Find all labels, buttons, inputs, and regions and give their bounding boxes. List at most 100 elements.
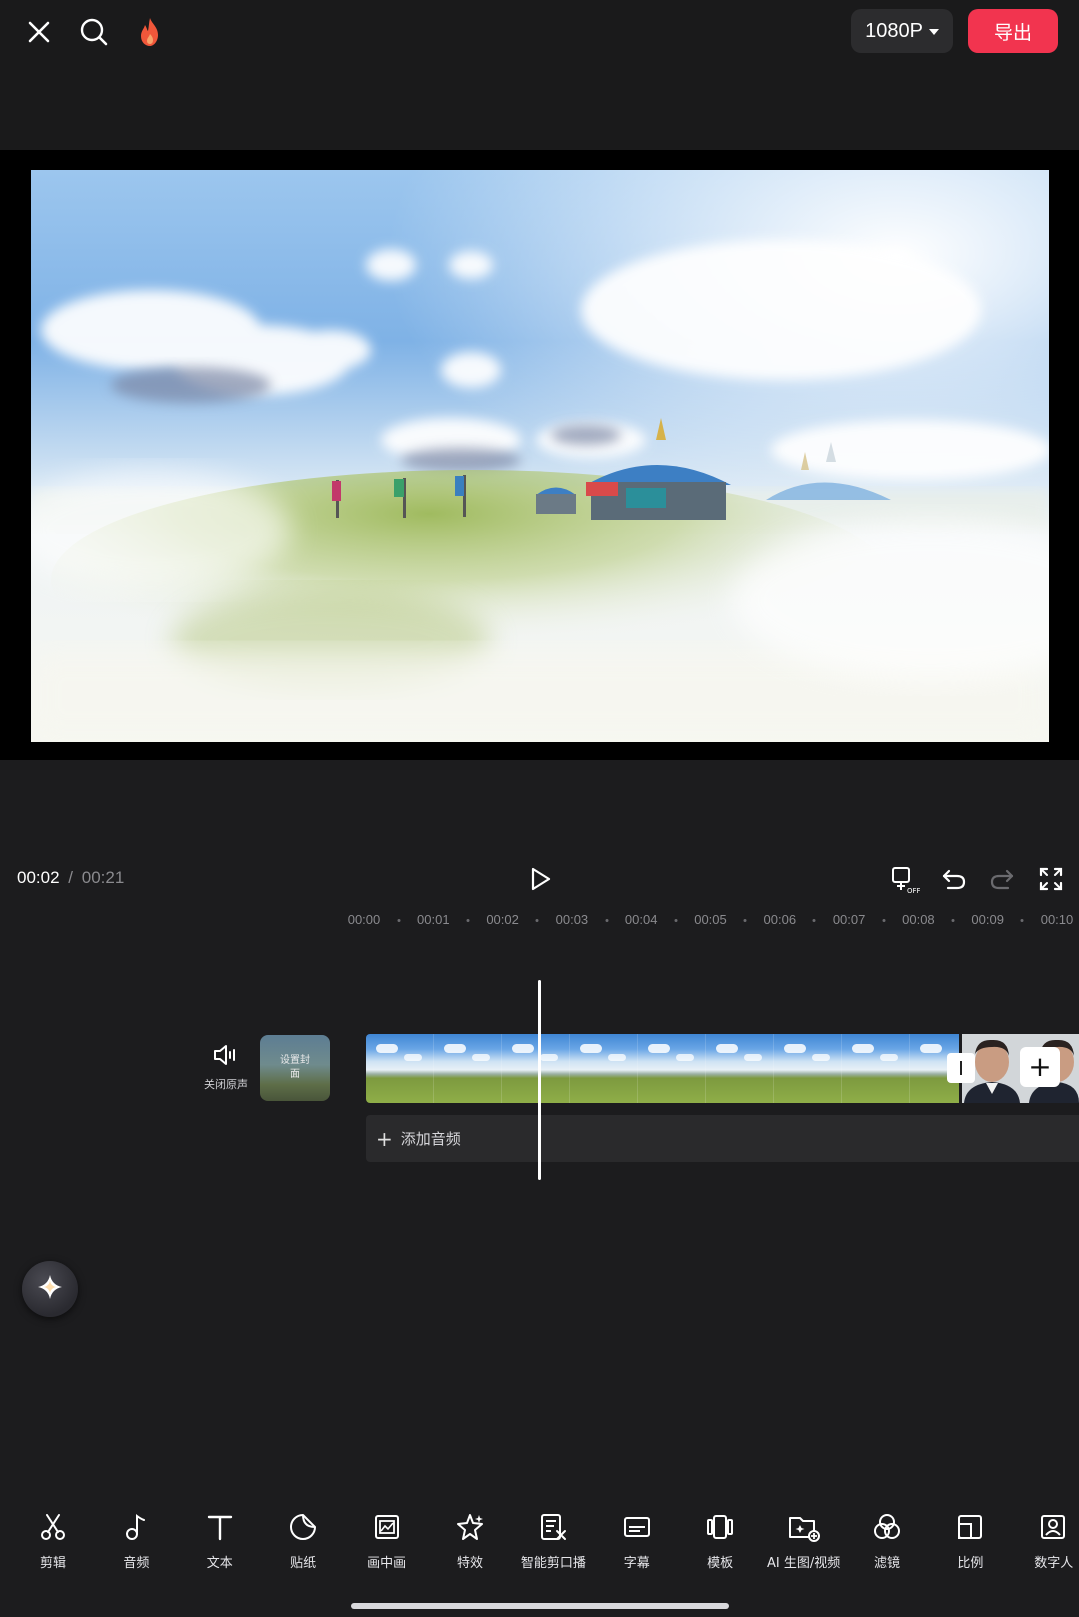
tool-scissors[interactable]: 剪辑 xyxy=(11,1510,95,1580)
sticker-icon xyxy=(286,1510,320,1544)
ruler-dot xyxy=(535,919,539,922)
subtitle-icon xyxy=(620,1510,654,1544)
clip-thumbnail xyxy=(570,1034,638,1103)
ruler-dot xyxy=(466,919,470,922)
tool-music-note[interactable]: 音频 xyxy=(94,1510,178,1580)
sparkle-icon xyxy=(35,1272,65,1306)
playhead[interactable] xyxy=(538,980,541,1180)
resolution-selector[interactable]: 1080P xyxy=(851,9,953,53)
effects-star-icon xyxy=(453,1510,487,1544)
top-bar: 1080P 导出 xyxy=(0,0,1079,150)
add-clip-button[interactable]: + xyxy=(1020,1047,1060,1087)
clip-thumbnail xyxy=(706,1034,774,1103)
ruler-dot xyxy=(605,919,609,922)
video-preview[interactable] xyxy=(31,170,1049,742)
set-cover-button[interactable]: 设置封面 xyxy=(260,1035,330,1101)
plus-icon: + xyxy=(376,1126,393,1151)
transition-icon xyxy=(960,1061,962,1075)
timeline-ruler[interactable]: 00:00 00:01 00:02 00:03 00:04 00:05 00:06 00:07… xyxy=(0,906,1079,934)
cover-label: 设置封面 xyxy=(280,1055,310,1080)
export-button[interactable]: 导出 xyxy=(968,9,1058,53)
template-icon xyxy=(703,1510,737,1544)
ruler-tick-label: 00:07 xyxy=(832,912,866,927)
tool-label: 特效 xyxy=(456,1556,483,1571)
tool-filter[interactable]: 滤镜 xyxy=(845,1510,929,1580)
time-readout: 00:02 / 00:21 xyxy=(17,868,124,888)
add-audio-label: 添加音频 xyxy=(400,1130,461,1148)
play-icon[interactable] xyxy=(523,862,557,896)
clip-thumbnail xyxy=(638,1034,706,1103)
search-icon[interactable] xyxy=(74,12,114,52)
tool-label: AI 生图/视频 xyxy=(766,1556,841,1571)
tool-label: 比例 xyxy=(957,1556,984,1571)
tool-ratio[interactable]: 比例 xyxy=(928,1510,1012,1580)
tool-label: 画中画 xyxy=(367,1556,407,1571)
ruler-tick-label: 00:02 xyxy=(486,912,519,927)
tool-effects-star[interactable]: 特效 xyxy=(428,1510,512,1580)
ai-assistant-button[interactable] xyxy=(22,1261,78,1317)
clip-thumbnail xyxy=(842,1034,910,1103)
ruler-tick-label: 00:01 xyxy=(417,912,450,927)
svg-text:OFF: OFF xyxy=(907,887,920,894)
home-indicator[interactable] xyxy=(351,1603,729,1609)
music-note-icon xyxy=(119,1510,153,1544)
digital-human-icon xyxy=(1037,1510,1071,1544)
ruler-tick-label: 00:08 xyxy=(902,912,935,927)
tool-smart-cut[interactable]: 智能剪口播 xyxy=(511,1510,595,1580)
ruler-tick-label: 00:04 xyxy=(624,912,658,927)
ruler-tick-label: 00:00 xyxy=(347,912,381,927)
bottom-toolbar: 剪辑 音频 文本 贴纸 画中画 特效 智能剪口播 字幕 模板 AI 生图/视频 滤镜 比例 数字人 xyxy=(0,1510,1079,1590)
text-icon xyxy=(203,1510,237,1544)
fullscreen-icon[interactable] xyxy=(1034,862,1068,896)
tool-text[interactable]: 文本 xyxy=(178,1510,262,1580)
ruler-dot xyxy=(951,919,955,922)
ruler-tick-label: 00:05 xyxy=(694,912,727,927)
clip-thumbnail xyxy=(774,1034,842,1103)
undo-icon[interactable] xyxy=(937,862,971,896)
ai-generate-icon xyxy=(787,1510,821,1544)
ruler-tick-label: 00:03 xyxy=(555,912,589,927)
preview-area xyxy=(0,150,1079,760)
tool-label: 字幕 xyxy=(623,1556,650,1571)
picture-in-picture-icon xyxy=(370,1510,404,1544)
ruler-tick-label: 00:09 xyxy=(971,912,1004,927)
transition-button[interactable] xyxy=(947,1053,975,1083)
tool-label: 文本 xyxy=(206,1556,233,1571)
clip-thumbnail xyxy=(502,1034,570,1103)
mute-original-audio-button[interactable]: 关闭原声 xyxy=(198,1043,254,1093)
playback-controls: 00:02 / 00:21 OFF xyxy=(0,760,1079,910)
ratio-icon xyxy=(953,1510,987,1544)
tool-subtitle[interactable]: 字幕 xyxy=(595,1510,679,1580)
tool-label: 滤镜 xyxy=(873,1556,900,1571)
filter-icon xyxy=(870,1510,904,1544)
ruler-dot xyxy=(397,919,401,922)
ruler-dot xyxy=(812,919,816,922)
tool-sticker[interactable]: 贴纸 xyxy=(261,1510,345,1580)
time-separator: / xyxy=(68,868,74,887)
current-time: 00:02 xyxy=(17,868,60,887)
tool-template[interactable]: 模板 xyxy=(678,1510,762,1580)
smart-cut-icon xyxy=(536,1510,570,1544)
speaker-icon xyxy=(212,1043,240,1071)
keyframe-off-icon[interactable]: OFF xyxy=(888,862,922,896)
tool-ai-generate[interactable]: AI 生图/视频 xyxy=(762,1510,846,1580)
ruler-dot xyxy=(674,919,678,922)
redo-icon[interactable] xyxy=(985,862,1019,896)
add-audio-track[interactable]: + 添加音频 xyxy=(366,1115,1079,1162)
tool-picture-in-picture[interactable]: 画中画 xyxy=(345,1510,429,1580)
tool-label: 剪辑 xyxy=(39,1556,66,1571)
ruler-dot xyxy=(1020,919,1024,922)
ruler-tick-label: 00:06 xyxy=(763,912,797,927)
tool-label: 数字人 xyxy=(1034,1556,1074,1571)
ruler-dot xyxy=(743,919,747,922)
flame-icon[interactable] xyxy=(130,12,170,52)
clip-thumbnail xyxy=(434,1034,502,1103)
tool-label: 模板 xyxy=(707,1556,734,1571)
tool-label: 贴纸 xyxy=(290,1556,317,1571)
tool-digital-human[interactable]: 数字人 xyxy=(1012,1510,1079,1580)
ruler-dot xyxy=(882,919,886,922)
video-track[interactable] xyxy=(366,1034,959,1103)
ruler-tick-label: 00:10 xyxy=(1040,912,1074,927)
close-icon[interactable] xyxy=(19,12,59,52)
clip-thumbnail xyxy=(366,1034,434,1103)
